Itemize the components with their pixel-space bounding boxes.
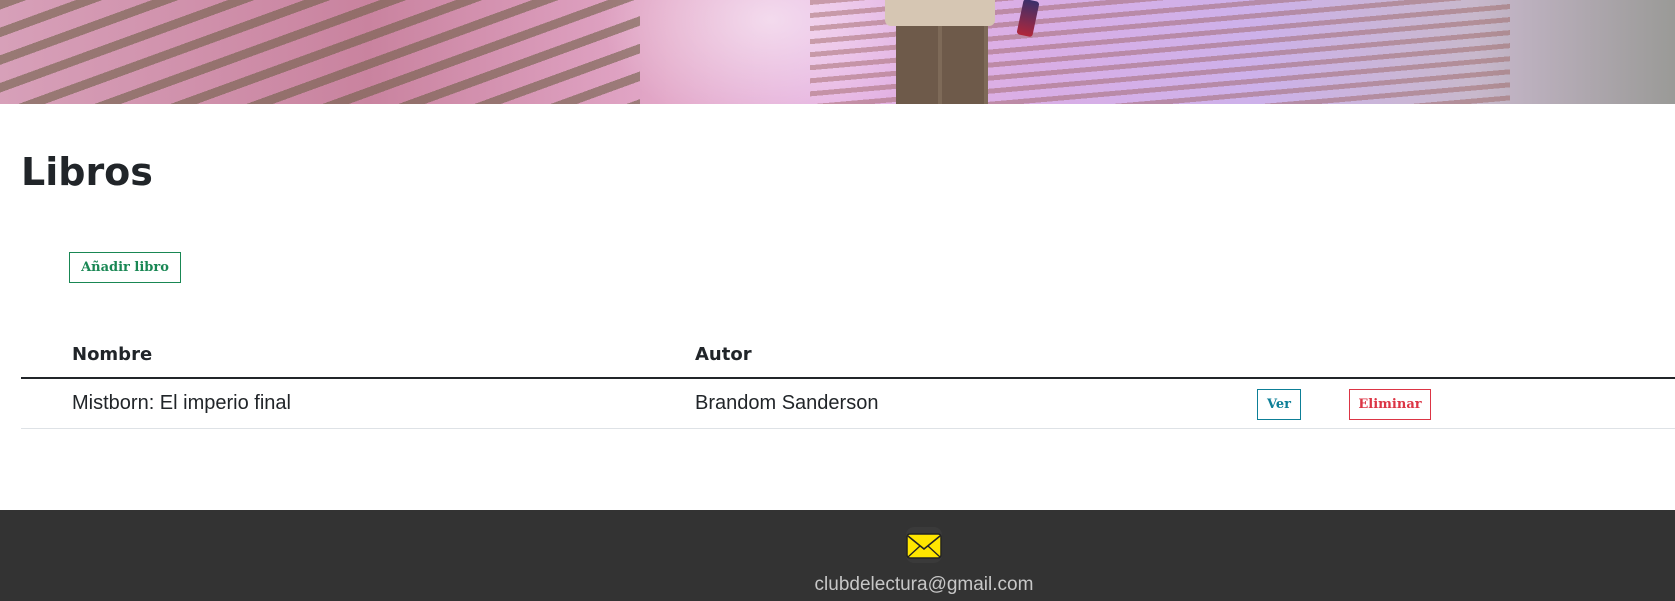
cell-nombre: Mistborn: El imperio final: [72, 392, 291, 414]
envelope-icon: [906, 527, 942, 563]
banner-pattern-left: [0, 0, 640, 104]
view-book-button[interactable]: Ver: [1257, 389, 1301, 420]
footer-email[interactable]: clubdelectura@gmail.com: [0, 574, 1675, 596]
table-row-divider: [21, 428, 1675, 429]
page-title: Libros: [21, 150, 153, 194]
banner-figure-torso: [885, 0, 995, 26]
column-header-nombre: Nombre: [72, 344, 153, 365]
add-book-button[interactable]: Añadir libro: [69, 252, 181, 283]
table-header-divider: [21, 377, 1675, 379]
footer: clubdelectura@gmail.com: [0, 510, 1675, 601]
header-banner-image: [0, 0, 1675, 104]
delete-book-button[interactable]: Eliminar: [1349, 389, 1431, 420]
column-header-autor: Autor: [695, 344, 752, 365]
banner-figure-legs: [896, 26, 988, 104]
cell-autor: Brandom Sanderson: [695, 392, 879, 414]
